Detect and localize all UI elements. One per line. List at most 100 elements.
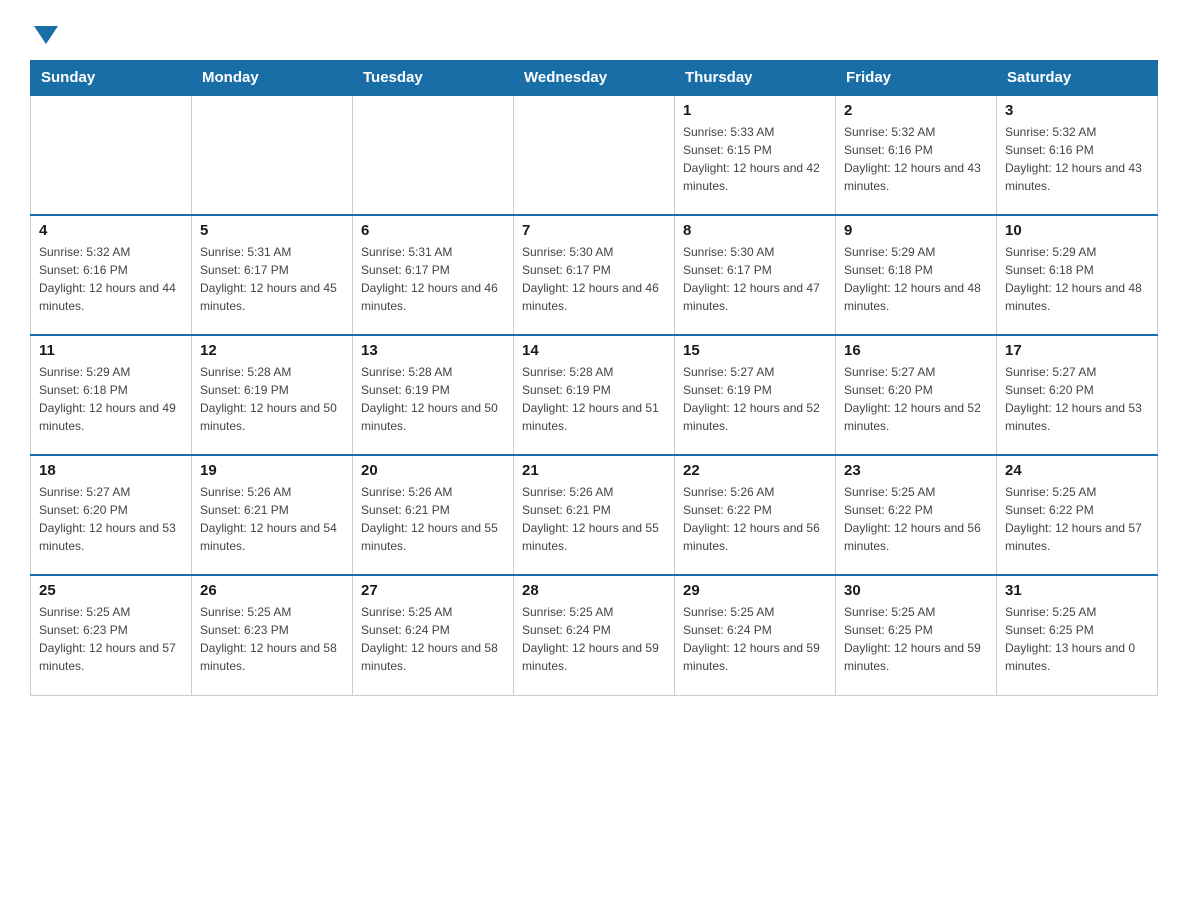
- calendar-week-row: 11 Sunrise: 5:29 AMSunset: 6:18 PMDayligh…: [31, 335, 1158, 455]
- calendar-table: SundayMondayTuesdayWednesdayThursdayFrid…: [30, 60, 1158, 696]
- day-of-week-header: Friday: [836, 61, 997, 96]
- day-info: Sunrise: 5:25 AMSunset: 6:24 PMDaylight:…: [683, 603, 827, 675]
- day-number: 31: [1005, 582, 1149, 599]
- calendar-header: SundayMondayTuesdayWednesdayThursdayFrid…: [31, 61, 1158, 96]
- day-info: Sunrise: 5:32 AMSunset: 6:16 PMDaylight:…: [39, 243, 183, 315]
- day-info: Sunrise: 5:26 AMSunset: 6:22 PMDaylight:…: [683, 483, 827, 555]
- calendar-cell: [192, 95, 353, 215]
- day-info: Sunrise: 5:26 AMSunset: 6:21 PMDaylight:…: [200, 483, 344, 555]
- day-number: 1: [683, 102, 827, 119]
- calendar-cell: 10 Sunrise: 5:29 AMSunset: 6:18 PMDayligh…: [997, 215, 1158, 335]
- day-number: 3: [1005, 102, 1149, 119]
- day-number: 30: [844, 582, 988, 599]
- day-info: Sunrise: 5:29 AMSunset: 6:18 PMDaylight:…: [1005, 243, 1149, 315]
- day-number: 21: [522, 462, 666, 479]
- calendar-cell: 3 Sunrise: 5:32 AMSunset: 6:16 PMDaylight…: [997, 95, 1158, 215]
- day-info: Sunrise: 5:25 AMSunset: 6:24 PMDaylight:…: [361, 603, 505, 675]
- page-header: [30, 20, 1158, 40]
- calendar-cell: 17 Sunrise: 5:27 AMSunset: 6:20 PMDayligh…: [997, 335, 1158, 455]
- day-number: 8: [683, 222, 827, 239]
- day-info: Sunrise: 5:28 AMSunset: 6:19 PMDaylight:…: [361, 363, 505, 435]
- logo-arrow-icon: [34, 26, 58, 44]
- day-number: 18: [39, 462, 183, 479]
- day-info: Sunrise: 5:25 AMSunset: 6:22 PMDaylight:…: [844, 483, 988, 555]
- calendar-cell: 20 Sunrise: 5:26 AMSunset: 6:21 PMDayligh…: [353, 455, 514, 575]
- calendar-cell: 25 Sunrise: 5:25 AMSunset: 6:23 PMDayligh…: [31, 575, 192, 695]
- day-number: 17: [1005, 342, 1149, 359]
- calendar-cell: 13 Sunrise: 5:28 AMSunset: 6:19 PMDayligh…: [353, 335, 514, 455]
- day-info: Sunrise: 5:27 AMSunset: 6:20 PMDaylight:…: [39, 483, 183, 555]
- day-info: Sunrise: 5:28 AMSunset: 6:19 PMDaylight:…: [200, 363, 344, 435]
- calendar-cell: [353, 95, 514, 215]
- calendar-cell: 6 Sunrise: 5:31 AMSunset: 6:17 PMDaylight…: [353, 215, 514, 335]
- calendar-week-row: 18 Sunrise: 5:27 AMSunset: 6:20 PMDayligh…: [31, 455, 1158, 575]
- calendar-cell: 27 Sunrise: 5:25 AMSunset: 6:24 PMDayligh…: [353, 575, 514, 695]
- day-info: Sunrise: 5:33 AMSunset: 6:15 PMDaylight:…: [683, 123, 827, 195]
- day-number: 20: [361, 462, 505, 479]
- day-number: 11: [39, 342, 183, 359]
- calendar-cell: 16 Sunrise: 5:27 AMSunset: 6:20 PMDayligh…: [836, 335, 997, 455]
- day-info: Sunrise: 5:32 AMSunset: 6:16 PMDaylight:…: [1005, 123, 1149, 195]
- day-number: 19: [200, 462, 344, 479]
- day-info: Sunrise: 5:26 AMSunset: 6:21 PMDaylight:…: [522, 483, 666, 555]
- logo: [30, 20, 58, 40]
- calendar-cell: 28 Sunrise: 5:25 AMSunset: 6:24 PMDayligh…: [514, 575, 675, 695]
- calendar-cell: 14Sunrise: 5:28 AMSunset: 6:19 PMDayligh…: [514, 335, 675, 455]
- day-info: Sunrise: 5:27 AMSunset: 6:20 PMDaylight:…: [844, 363, 988, 435]
- day-info: Sunrise: 5:31 AMSunset: 6:17 PMDaylight:…: [361, 243, 505, 315]
- day-number: 24: [1005, 462, 1149, 479]
- calendar-week-row: 25 Sunrise: 5:25 AMSunset: 6:23 PMDayligh…: [31, 575, 1158, 695]
- day-number: 23: [844, 462, 988, 479]
- day-info: Sunrise: 5:27 AMSunset: 6:19 PMDaylight:…: [683, 363, 827, 435]
- day-number: 25: [39, 582, 183, 599]
- calendar-cell: [514, 95, 675, 215]
- day-number: 22: [683, 462, 827, 479]
- calendar-cell: 19 Sunrise: 5:26 AMSunset: 6:21 PMDayligh…: [192, 455, 353, 575]
- day-number: 6: [361, 222, 505, 239]
- day-of-week-header: Tuesday: [353, 61, 514, 96]
- day-info: Sunrise: 5:32 AMSunset: 6:16 PMDaylight:…: [844, 123, 988, 195]
- day-number: 12: [200, 342, 344, 359]
- day-info: Sunrise: 5:30 AMSunset: 6:17 PMDaylight:…: [522, 243, 666, 315]
- day-number: 9: [844, 222, 988, 239]
- calendar-cell: 29 Sunrise: 5:25 AMSunset: 6:24 PMDayligh…: [675, 575, 836, 695]
- day-info: Sunrise: 5:29 AMSunset: 6:18 PMDaylight:…: [844, 243, 988, 315]
- day-info: Sunrise: 5:25 AMSunset: 6:25 PMDaylight:…: [1005, 603, 1149, 675]
- day-info: Sunrise: 5:26 AMSunset: 6:21 PMDaylight:…: [361, 483, 505, 555]
- day-info: Sunrise: 5:25 AMSunset: 6:23 PMDaylight:…: [39, 603, 183, 675]
- calendar-cell: 9 Sunrise: 5:29 AMSunset: 6:18 PMDaylight…: [836, 215, 997, 335]
- day-info: Sunrise: 5:25 AMSunset: 6:25 PMDaylight:…: [844, 603, 988, 675]
- day-of-week-header: Wednesday: [514, 61, 675, 96]
- calendar-body: 1 Sunrise: 5:33 AMSunset: 6:15 PMDaylight…: [31, 95, 1158, 695]
- calendar-cell: 7Sunrise: 5:30 AMSunset: 6:17 PMDaylight…: [514, 215, 675, 335]
- calendar-cell: 1 Sunrise: 5:33 AMSunset: 6:15 PMDaylight…: [675, 95, 836, 215]
- day-number: 10: [1005, 222, 1149, 239]
- calendar-cell: 30 Sunrise: 5:25 AMSunset: 6:25 PMDayligh…: [836, 575, 997, 695]
- day-number: 15: [683, 342, 827, 359]
- day-of-week-header: Sunday: [31, 61, 192, 96]
- calendar-cell: 22 Sunrise: 5:26 AMSunset: 6:22 PMDayligh…: [675, 455, 836, 575]
- day-of-week-header: Saturday: [997, 61, 1158, 96]
- calendar-cell: [31, 95, 192, 215]
- day-number: 4: [39, 222, 183, 239]
- day-number: 13: [361, 342, 505, 359]
- day-number: 27: [361, 582, 505, 599]
- day-info: Sunrise: 5:25 AMSunset: 6:23 PMDaylight:…: [200, 603, 344, 675]
- day-number: 28: [522, 582, 666, 599]
- calendar-week-row: 4 Sunrise: 5:32 AMSunset: 6:16 PMDaylight…: [31, 215, 1158, 335]
- day-number: 16: [844, 342, 988, 359]
- calendar-cell: 26 Sunrise: 5:25 AMSunset: 6:23 PMDayligh…: [192, 575, 353, 695]
- day-info: Sunrise: 5:25 AMSunset: 6:22 PMDaylight:…: [1005, 483, 1149, 555]
- day-number: 29: [683, 582, 827, 599]
- calendar-cell: 31 Sunrise: 5:25 AMSunset: 6:25 PMDayligh…: [997, 575, 1158, 695]
- day-number: 14: [522, 342, 666, 359]
- day-info: Sunrise: 5:27 AMSunset: 6:20 PMDaylight:…: [1005, 363, 1149, 435]
- day-of-week-header: Monday: [192, 61, 353, 96]
- calendar-cell: 23 Sunrise: 5:25 AMSunset: 6:22 PMDayligh…: [836, 455, 997, 575]
- day-info: Sunrise: 5:29 AMSunset: 6:18 PMDaylight:…: [39, 363, 183, 435]
- day-info: Sunrise: 5:25 AMSunset: 6:24 PMDaylight:…: [522, 603, 666, 675]
- calendar-cell: 24 Sunrise: 5:25 AMSunset: 6:22 PMDayligh…: [997, 455, 1158, 575]
- day-info: Sunrise: 5:30 AMSunset: 6:17 PMDaylight:…: [683, 243, 827, 315]
- calendar-cell: 15 Sunrise: 5:27 AMSunset: 6:19 PMDayligh…: [675, 335, 836, 455]
- day-number: 26: [200, 582, 344, 599]
